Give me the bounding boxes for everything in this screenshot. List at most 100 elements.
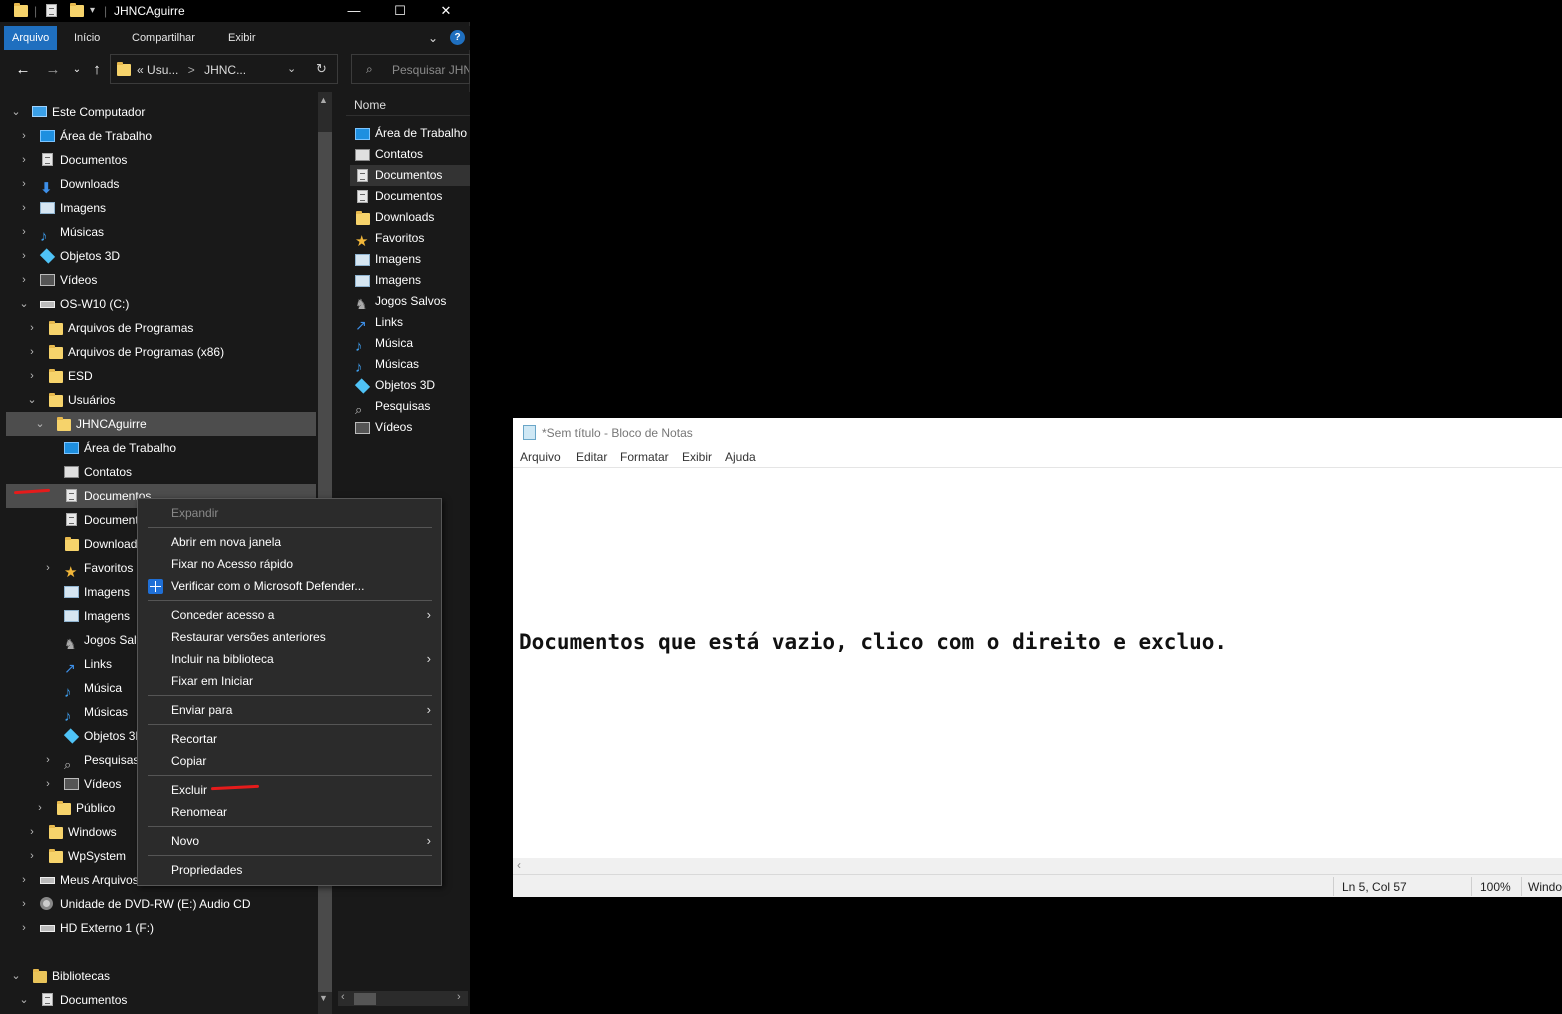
tree-item[interactable]: ⌄ OS-W10 (C:)	[6, 292, 316, 316]
context-menu-item[interactable]: Verificar com o Microsoft Defender...	[138, 575, 441, 597]
collapsed-chevron-icon[interactable]: ›	[18, 148, 30, 172]
file-list-hscroll-thumb[interactable]	[354, 993, 376, 1005]
tree-item[interactable]: ⌄ Este Computador	[6, 100, 316, 124]
address-overflow[interactable]: «	[137, 63, 144, 77]
file-list-item[interactable]: ★ Favoritos	[350, 228, 470, 249]
scroll-right-arrow-icon[interactable]: ›	[457, 991, 461, 1003]
minimize-button[interactable]: —	[331, 0, 377, 22]
collapsed-chevron-icon[interactable]: ›	[34, 796, 46, 820]
expanded-chevron-icon[interactable]: ⌄	[26, 388, 38, 412]
expanded-chevron-icon[interactable]: ⌄	[18, 292, 30, 316]
address-bar[interactable]: « Usu... > JHNC... ⌄ ↻	[110, 54, 338, 84]
menu-formatar[interactable]: Formatar	[620, 450, 669, 464]
forward-arrow-icon[interactable]: →	[44, 61, 62, 79]
file-list-item[interactable]: Contatos	[350, 144, 470, 165]
tree-item[interactable]: › Arquivos de Programas (x86)	[6, 340, 316, 364]
search-box[interactable]: ⌕ Pesquisar JHN	[351, 54, 470, 84]
context-menu-item[interactable]: Copiar	[138, 750, 441, 772]
collapsed-chevron-icon[interactable]: ›	[42, 748, 54, 772]
address-part-usuarios[interactable]: Usu...	[147, 63, 178, 77]
menu-arquivo[interactable]: Arquivo	[520, 450, 561, 464]
context-menu-item[interactable]: Excluir	[138, 779, 441, 801]
column-header-name[interactable]: Nome	[346, 94, 470, 116]
refresh-icon[interactable]: ↻	[316, 61, 327, 77]
tree-item[interactable]: › Documentos	[6, 148, 316, 172]
properties-icon[interactable]	[46, 3, 57, 18]
scroll-down-arrow-icon[interactable]: ▼	[319, 993, 328, 1003]
context-menu-item[interactable]: Enviar para ›	[138, 699, 441, 721]
expanded-chevron-icon[interactable]: ⌄	[10, 964, 22, 988]
back-arrow-icon[interactable]: ←	[14, 61, 32, 79]
tree-item[interactable]: › Unidade de DVD-RW (E:) Audio CD	[6, 892, 316, 916]
collapsed-chevron-icon[interactable]: ›	[26, 844, 38, 868]
context-menu-item[interactable]: Incluir na biblioteca ›	[138, 648, 441, 670]
expand-ribbon-chevron-icon[interactable]: ⌄	[428, 31, 442, 45]
context-menu-item[interactable]: Conceder acesso a ›	[138, 604, 441, 626]
notepad-text-area[interactable]: Documentos que está vazio, clico com o d…	[513, 468, 1562, 858]
tree-item[interactable]: ⌄ JHNCAguirre	[6, 412, 316, 436]
scroll-up-arrow-icon[interactable]: ▲	[319, 95, 328, 105]
up-arrow-icon[interactable]: ↑	[88, 61, 106, 79]
close-button[interactable]: ✕	[423, 0, 469, 22]
tree-item[interactable]: Área de Trabalho	[6, 436, 316, 460]
recent-locations-chevron-icon[interactable]: ⌄	[68, 61, 86, 79]
collapsed-chevron-icon[interactable]: ›	[26, 820, 38, 844]
tree-item[interactable]: › Vídeos	[6, 268, 316, 292]
context-menu-item[interactable]: Recortar	[138, 728, 441, 750]
expanded-chevron-icon[interactable]: ⌄	[34, 412, 46, 436]
tab-arquivo[interactable]: Arquivo	[4, 26, 58, 50]
tree-item[interactable]: › Arquivos de Programas	[6, 316, 316, 340]
context-menu-item[interactable]: Restaurar versões anteriores	[138, 626, 441, 648]
file-list-item[interactable]: Imagens	[350, 249, 470, 270]
tree-item[interactable]: › Objetos 3D	[6, 244, 316, 268]
collapsed-chevron-icon[interactable]: ›	[18, 196, 30, 220]
new-folder-icon[interactable]	[70, 2, 84, 18]
file-list-item[interactable]: Downloads	[350, 207, 470, 228]
menu-ajuda[interactable]: Ajuda	[725, 450, 756, 464]
collapsed-chevron-icon[interactable]: ›	[42, 772, 54, 796]
scroll-left-arrow-icon[interactable]: ‹	[517, 858, 521, 872]
collapsed-chevron-icon[interactable]: ›	[42, 556, 54, 580]
tab-inicio[interactable]: Início	[66, 26, 108, 50]
collapsed-chevron-icon[interactable]: ›	[18, 124, 30, 148]
collapsed-chevron-icon[interactable]: ›	[26, 364, 38, 388]
tab-compartilhar[interactable]: Compartilhar	[124, 26, 203, 50]
maximize-button[interactable]: ☐	[377, 0, 423, 22]
collapsed-chevron-icon[interactable]: ›	[18, 916, 30, 940]
menu-exibir[interactable]: Exibir	[682, 450, 712, 464]
search-input[interactable]: Pesquisar JHN	[392, 63, 469, 77]
collapsed-chevron-icon[interactable]: ›	[18, 892, 30, 916]
context-menu-item[interactable]: Propriedades	[138, 859, 441, 881]
file-list-item[interactable]: ⌕ Pesquisas	[350, 396, 470, 417]
file-list-item[interactable]: Imagens	[350, 270, 470, 291]
file-list-item[interactable]: ♪ Músicas	[350, 354, 470, 375]
file-list-item[interactable]: ♞ Jogos Salvos	[350, 291, 470, 312]
context-menu-item[interactable]: Fixar em Iniciar	[138, 670, 441, 692]
context-menu-item[interactable]: Fixar no Acesso rápido	[138, 553, 441, 575]
collapsed-chevron-icon[interactable]: ›	[18, 220, 30, 244]
help-icon[interactable]: ?	[450, 30, 465, 45]
collapsed-chevron-icon[interactable]: ›	[18, 172, 30, 196]
tree-item[interactable]: › ♪ Músicas	[6, 220, 316, 244]
address-part-user[interactable]: JHNC...	[204, 63, 246, 77]
notepad-hscrollbar[interactable]: ‹	[513, 858, 1562, 874]
file-list-item[interactable]: Objetos 3D	[350, 375, 470, 396]
context-menu-item[interactable]: Renomear	[138, 801, 441, 823]
notepad-content[interactable]: Documentos que está vazio, clico com o d…	[519, 630, 1227, 654]
file-list-item[interactable]: ♪ Música	[350, 333, 470, 354]
collapsed-chevron-icon[interactable]: ›	[18, 868, 30, 892]
file-list-item[interactable]: Documentos	[350, 186, 470, 207]
tree-item[interactable]: ⌄ Bibliotecas	[6, 964, 316, 988]
tree-item[interactable]: › Imagens	[6, 196, 316, 220]
collapsed-chevron-icon[interactable]: ›	[18, 244, 30, 268]
tree-item[interactable]: › ⬇ Downloads	[6, 172, 316, 196]
context-menu-item[interactable]: Abrir em nova janela	[138, 531, 441, 553]
file-list-item[interactable]: Vídeos	[350, 417, 470, 438]
context-menu-item[interactable]: Novo ›	[138, 830, 441, 852]
address-dropdown-chevron-icon[interactable]: ⌄	[287, 62, 296, 75]
file-list-item[interactable]: Área de Trabalho	[350, 123, 470, 144]
expanded-chevron-icon[interactable]: ⌄	[10, 100, 22, 124]
collapsed-chevron-icon[interactable]: ›	[26, 316, 38, 340]
tab-exibir[interactable]: Exibir	[220, 26, 264, 50]
file-list-item[interactable]: ↗ Links	[350, 312, 470, 333]
